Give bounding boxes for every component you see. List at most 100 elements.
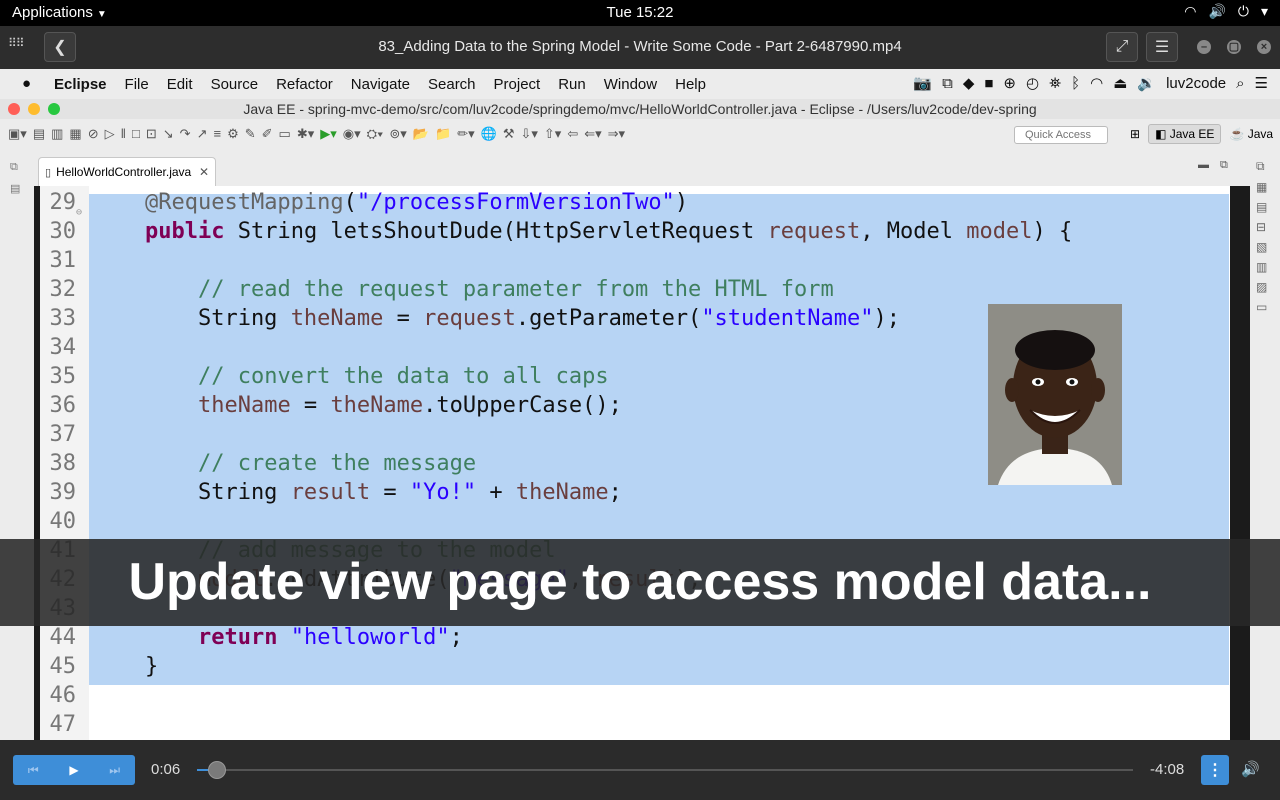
format-icon[interactable]: ≡ [213,126,221,142]
debug-icon[interactable]: ✱▾ [297,126,314,142]
seek-handle[interactable] [207,761,226,779]
save-all-icon[interactable]: ▥ [51,126,63,142]
outline-icon[interactable]: ▦ [1256,180,1274,194]
disconnect-icon[interactable]: ⊡ [146,126,157,142]
next-annotation-icon[interactable]: ⇩▾ [520,126,537,142]
print-icon[interactable]: ▦ [69,126,81,142]
player-options-button[interactable]: ⋮ [1201,755,1229,785]
restore-icon[interactable]: ⧉ [1256,159,1274,174]
list-icon[interactable]: ☰ [1255,74,1268,92]
seek-bar[interactable] [197,769,1133,771]
save-icon[interactable]: ▤ [33,126,45,142]
skip-forward-button[interactable]: ⏭ [94,755,135,785]
maximize-button[interactable]: ▢ [1227,40,1241,54]
package-explorer-icon[interactable]: ▤ [10,182,24,195]
line-number: 31 [49,248,77,273]
toggle-mark-icon[interactable]: ✎ [245,126,256,142]
code-token: // create the message [197,451,477,476]
close-icon[interactable]: ✕ [199,165,209,179]
screens-icon[interactable]: ⧉ [942,75,953,92]
hierarchy-icon[interactable]: ⊟ [1256,220,1274,234]
chevron-down-icon[interactable]: ▾ [1261,3,1268,20]
skip-back-button[interactable]: ⏮ [13,755,54,785]
menu-button[interactable]: ☰ [1146,32,1178,62]
clock[interactable]: Tue 15:22 [0,4,1280,21]
drag-handle-icon[interactable]: ⠿⠿ [8,36,25,50]
applications-menu[interactable]: Applications ▼ [12,4,107,21]
step-into-icon[interactable]: ↘ [163,126,174,142]
skip-breakpoints-icon[interactable]: ⊘ [88,126,99,142]
user-name[interactable]: luv2code [1166,75,1226,92]
menu-refactor[interactable]: Refactor [276,76,333,93]
search-icon[interactable]: ⌕ [1236,75,1244,92]
menu-window[interactable]: Window [604,76,657,93]
external-tools-icon[interactable]: ⛭▾ [367,126,384,142]
resume-icon[interactable]: ▷ [105,126,115,142]
step-return-icon[interactable]: ↗ [197,126,208,142]
volume-icon[interactable]: 🔉 [1137,74,1156,92]
code-text: String result = "Yo!" + theName; [92,480,622,505]
console-icon[interactable]: ▭ [279,126,291,142]
back-button[interactable]: ❮ [44,32,76,62]
last-edit-icon[interactable]: ⇦ [567,126,578,142]
prev-annotation-icon[interactable]: ⇧▾ [544,126,561,142]
fullscreen-button[interactable]: ⤢ [1106,32,1138,62]
tab-helloworldcontroller[interactable]: ▯ HelloWorldController.java ✕ [38,157,216,186]
back-icon[interactable]: ⇐▾ [584,126,601,142]
accessibility-icon[interactable]: ⊕ [1003,74,1016,92]
binoculars-icon[interactable]: ⛯ [1049,75,1061,92]
web-browser-icon[interactable]: 🌐 [481,126,497,142]
forward-icon[interactable]: ⇒▾ [608,126,625,142]
camera-icon[interactable]: 📷 [913,74,932,92]
perspective-java-ee[interactable]: ◧ Java EE [1148,124,1222,144]
power-icon[interactable]: ⏻ [1238,3,1249,20]
highlight-icon[interactable]: ✐ [262,126,273,142]
menu-search[interactable]: Search [428,76,476,93]
menu-navigate[interactable]: Navigate [351,76,410,93]
bluetooth-icon[interactable]: ᛒ [1071,75,1080,92]
close-button[interactable]: × [1257,40,1271,54]
open-perspective-icon[interactable]: ⊞ [1130,127,1140,141]
quick-access-input[interactable] [1014,126,1108,144]
menu-project[interactable]: Project [494,76,541,93]
evernote-icon[interactable]: ◆ [963,74,975,92]
menu-run[interactable]: Run [558,76,586,93]
search-toolbar-icon[interactable]: ✏▾ [457,126,474,142]
wifi-icon[interactable]: ◠ [1090,74,1103,92]
coverage-icon[interactable]: ◉▾ [343,126,361,142]
volume-button[interactable]: 🔊 [1241,760,1260,778]
menu-file[interactable]: File [125,76,149,93]
suspend-icon[interactable]: ‖ [121,126,126,142]
minimize-editor-icon[interactable]: ▬ [1198,159,1209,171]
run-icon[interactable]: ▶▾ [320,126,337,142]
record-icon[interactable]: ■ [984,75,993,92]
open-type-icon[interactable]: 📂 [413,126,429,142]
servers-icon[interactable]: ▨ [1256,280,1274,294]
eject-icon[interactable]: ⏏ [1113,74,1127,92]
task-list-icon[interactable]: ▤ [1256,200,1274,214]
markers-icon[interactable]: ▧ [1256,240,1274,254]
server-icon[interactable]: ⚙ [227,126,239,142]
step-over-icon[interactable]: ↷ [180,126,191,142]
properties-icon[interactable]: ▥ [1256,260,1274,274]
menu-source[interactable]: Source [211,76,259,93]
volume-icon[interactable]: 🔊 [1208,3,1225,20]
terminate-icon[interactable]: □ [132,126,140,142]
play-button[interactable]: ▶ [54,755,95,785]
open-task-icon[interactable]: 📁 [435,126,451,142]
menu-edit[interactable]: Edit [167,76,193,93]
new-icon[interactable]: ▣▾ [8,126,27,142]
apple-icon[interactable]: ● [22,75,31,92]
new-class-icon[interactable]: ⊚▾ [389,126,406,142]
console-view-icon[interactable]: ▭ [1256,300,1274,314]
wifi-icon[interactable]: ◠ [1184,3,1196,20]
restore-icon[interactable]: ⧉ [10,161,24,174]
maximize-editor-icon[interactable]: ⧉ [1220,159,1228,172]
time-machine-icon[interactable]: ◴ [1026,74,1039,92]
menu-eclipse[interactable]: Eclipse [54,76,107,93]
ant-icon[interactable]: ⚒ [503,126,515,142]
perspective-java[interactable]: ☕ Java [1229,127,1273,141]
menu-help[interactable]: Help [675,76,706,93]
minimize-button[interactable]: – [1197,40,1211,54]
